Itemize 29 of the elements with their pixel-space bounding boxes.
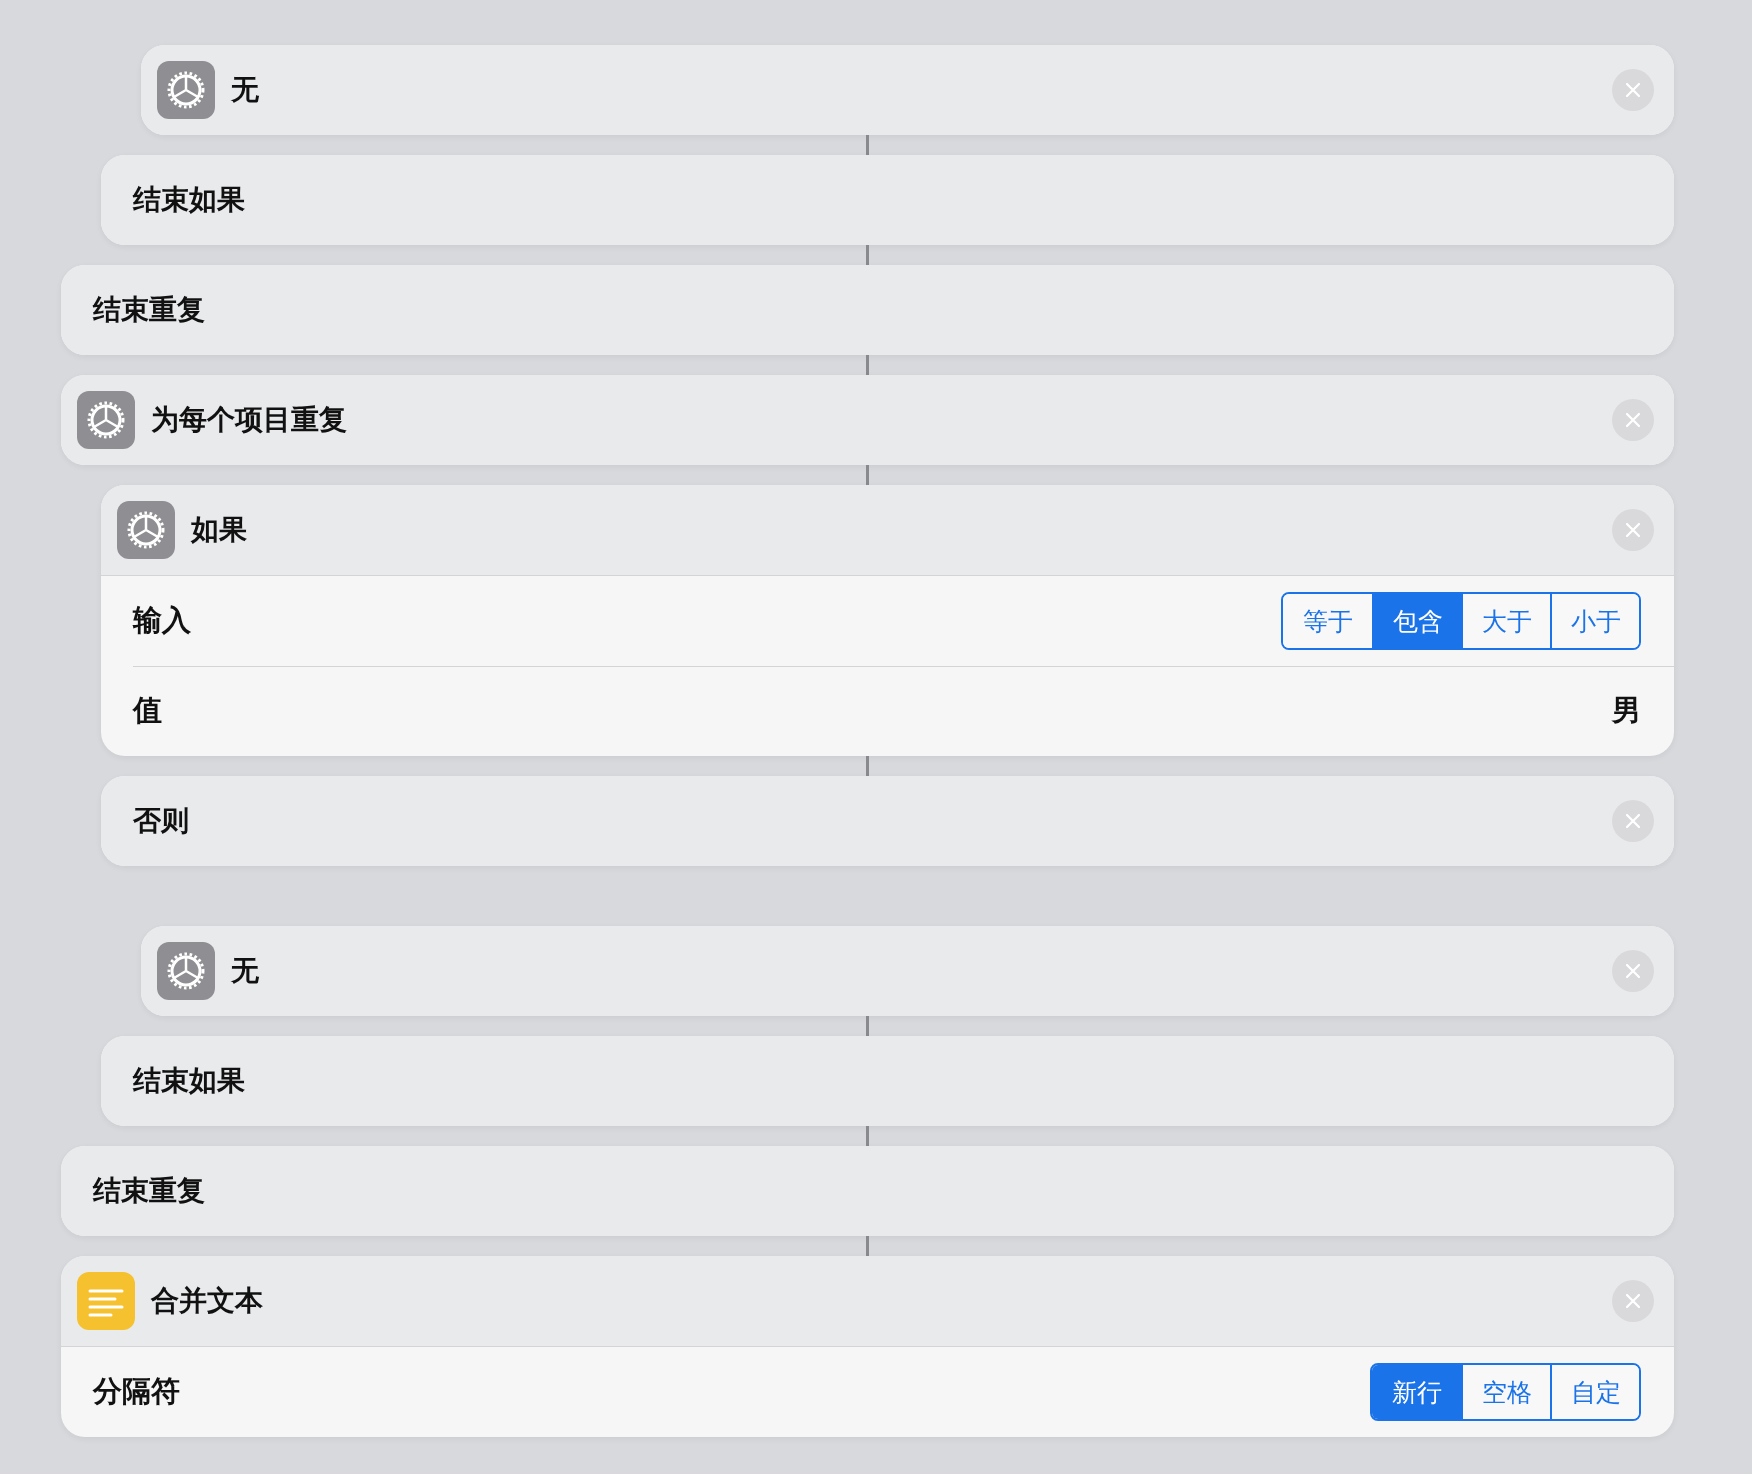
action-title: 结束如果 xyxy=(133,1063,246,1099)
field-value[interactable]: 男 xyxy=(1612,691,1641,731)
text-lines-icon xyxy=(77,1272,135,1330)
action-title: 无 xyxy=(231,953,260,989)
action-title: 无 xyxy=(231,72,260,108)
action-title: 为每个项目重复 xyxy=(151,402,348,438)
close-button[interactable] xyxy=(1612,1280,1654,1322)
close-button[interactable] xyxy=(1612,800,1654,842)
action-title: 否则 xyxy=(133,803,190,839)
action-title: 合并文本 xyxy=(151,1283,264,1319)
field-label: 输入 xyxy=(133,602,191,639)
action-title: 结束如果 xyxy=(133,182,246,218)
action-title: 结束重复 xyxy=(93,292,206,328)
segment-option[interactable]: 小于 xyxy=(1550,594,1639,648)
action-title: 如果 xyxy=(191,512,248,548)
close-button[interactable] xyxy=(1612,399,1654,441)
action-title: 结束重复 xyxy=(93,1173,206,1209)
close-button[interactable] xyxy=(1612,950,1654,992)
gear-icon xyxy=(157,942,215,1000)
segment-option[interactable]: 包含 xyxy=(1372,594,1461,648)
close-button[interactable] xyxy=(1612,69,1654,111)
field-label: 分隔符 xyxy=(93,1373,180,1410)
gear-icon xyxy=(117,501,175,559)
gear-icon xyxy=(157,61,215,119)
segment-option[interactable]: 自定 xyxy=(1550,1365,1639,1419)
field-label: 值 xyxy=(133,692,162,729)
segment-option[interactable]: 新行 xyxy=(1372,1365,1461,1419)
gear-icon xyxy=(77,391,135,449)
close-button[interactable] xyxy=(1612,509,1654,551)
